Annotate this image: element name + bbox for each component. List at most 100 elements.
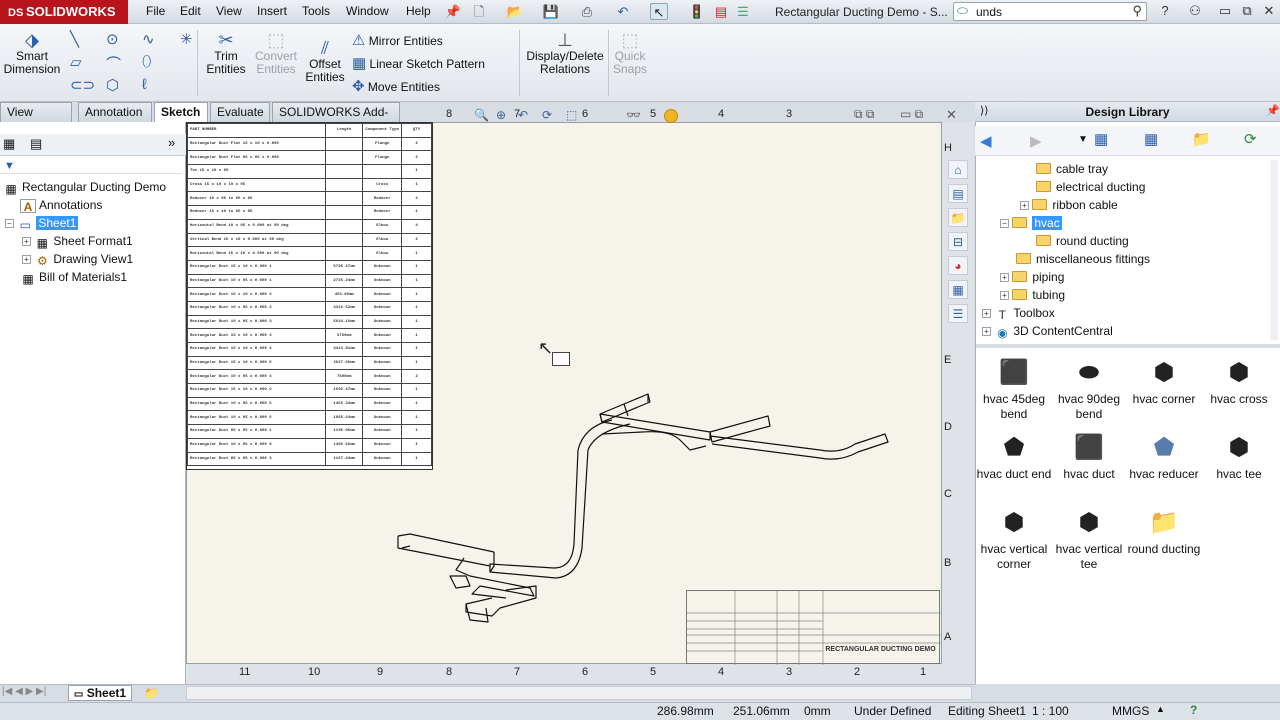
search-input[interactable]: unds [976,5,1002,19]
forward-icon[interactable]: ▶ [1030,132,1042,150]
expand-icon[interactable]: + [22,255,31,264]
custom-properties-icon[interactable]: ▦ [948,280,968,299]
sheet-tab-sheet1[interactable]: ▭ Sheet1 [68,685,132,701]
undo-icon[interactable]: ↶ [614,3,632,20]
title-block[interactable]: RECTANGULAR DUCTING DEMO [686,590,941,665]
library-item[interactable]: ⬢ hvac cross [1201,358,1277,407]
view-window-controls[interactable]: ▭ ⧉ [900,107,923,122]
expand-icon[interactable]: + [1000,273,1009,282]
linear-sketch-pattern-button[interactable]: ▦ Linear Sketch Pattern [352,54,485,72]
library-item[interactable]: ⬢ hvac vertical tee [1051,508,1127,572]
move-entities-button[interactable]: ✥ Move Entities [352,77,440,95]
bom-row[interactable]: Rectangular Duct 15 x 10 x 0.000 2 463.80… [187,287,432,302]
convert-entities-button[interactable]: ⬚ Convert Entities [252,30,300,76]
library-item[interactable]: 📁 round ducting [1126,508,1202,557]
rectangle-icon[interactable]: ▱ [70,53,82,71]
expand-icon[interactable]: + [1020,201,1029,210]
appearances-icon[interactable]: ◕ [948,256,968,275]
scene-icon[interactable] [664,109,678,123]
forum-icon[interactable]: ☰ [948,304,968,323]
spline-icon[interactable]: ∿ [142,30,155,48]
bom-row[interactable]: Rectangular Duct 10 x 05 x 0.000 2 4316.6… [187,300,432,316]
close-icon[interactable]: ✕ [1260,3,1278,20]
bom-row[interactable]: Cross 15 x 10 x 10 x 05 Cross 1 [187,177,432,193]
add-file-location-icon[interactable]: ▦ [1144,130,1158,148]
menu-help[interactable]: Help [406,4,431,18]
status-units[interactable]: MMGS [1112,704,1149,718]
expand-icon[interactable]: + [982,327,991,336]
tile-icon[interactable]: ⧉ ⧉ [854,107,874,122]
library-item[interactable]: ⬬ hvac 90deg bend [1051,358,1127,422]
design-library-icon[interactable]: ▤ [948,184,968,203]
menu-edit[interactable]: Edit [180,4,201,18]
library-item-miscellaneous-fittings[interactable]: miscellaneous fittings [1016,252,1150,266]
menu-tools[interactable]: Tools [302,4,330,18]
menu-file[interactable]: File [146,4,165,18]
help-status-icon[interactable]: ? [1190,703,1197,717]
bom-row[interactable]: Vertical Bend 15 x 10 x 0.000 at 90 deg E… [187,232,432,248]
display-delete-relations-button[interactable]: ⊥ Display/Delete Relations [524,30,606,76]
file-explorer-icon[interactable]: 📁 [948,208,968,227]
search-box[interactable]: ⬭ unds ⚲ [953,2,1147,21]
menu-insert[interactable]: Insert [257,4,287,18]
bom-row[interactable]: Rectangular Duct 15 x 10 x 0.000 4 3413.8… [187,342,432,357]
units-dropdown-icon[interactable]: ▲ [1156,704,1165,714]
tab-annotation[interactable]: Annotation [78,102,152,122]
solidworks-resources-icon[interactable]: ⌂ [948,160,968,179]
library-item-cable-tray[interactable]: cable tray [1036,162,1108,176]
add-to-library-icon[interactable]: ▦ [1094,130,1108,148]
hide-show-icon[interactable]: 👓 [626,108,641,122]
search-icon[interactable]: ⚲ [1132,3,1142,19]
expand-panel-icon[interactable]: » [168,135,175,150]
library-item[interactable]: ⬛ hvac duct [1051,433,1127,482]
file-properties-icon[interactable]: ▤ [712,3,730,20]
select-arrow-icon[interactable]: ↖ [650,3,668,20]
library-item[interactable]: ⬟ hvac reducer [1126,433,1202,482]
line-icon[interactable]: ╲ [70,30,79,48]
solidworks-logo[interactable]: DS SOLIDWORKS [0,0,128,24]
bom-row[interactable]: Rectangular Duct 10 x 05 x 0.000 1 2726.2… [187,273,432,289]
print-icon[interactable]: ⎙ [578,3,596,20]
ellipse-icon[interactable]: ⬯ [142,53,151,70]
bom-row[interactable]: Rectangular Duct 10 x 05 x 0.000 3 5644.1… [187,314,432,330]
property-manager-icon[interactable]: ▤ [30,136,42,152]
back-icon[interactable]: ◀ [980,132,992,150]
pin-icon[interactable]: 📌 [444,3,462,20]
tree-item-drawing-view1[interactable]: + ⚙ Drawing View1 [22,252,133,268]
feature-tree-icon[interactable]: ▦ [3,136,15,152]
zoom-to-fit-icon[interactable]: 🔍 [474,108,489,122]
library-item-3d-contentcentral[interactable]: + ◉ 3D ContentCentral [982,324,1113,340]
library-item[interactable]: ⬟ hvac duct end [976,433,1052,482]
offset-entities-button[interactable]: ⫽ Offset Entities [302,38,348,84]
tree-item-sheet1[interactable]: − ▭ Sheet1 [5,216,79,232]
tab-solidworks-add-ins[interactable]: SOLIDWORKS Add-Ins [272,102,400,138]
pin-pane-icon[interactable]: 📌 [1266,104,1280,117]
trim-entities-button[interactable]: ✂ Trim Entities [202,30,250,76]
smart-dimension-button[interactable]: ⬗ Smart Dimension [2,30,62,76]
tab-view-layout[interactable]: View Layout [0,102,72,138]
options-icon[interactable]: ☰ [734,3,752,20]
rebuild-icon[interactable]: 🚦 [688,3,706,20]
tree-item-sheet-format1[interactable]: + ▦ Sheet Format1 [22,234,133,250]
new-document-icon[interactable]: 🗋 [470,3,488,20]
pane-splitter[interactable] [976,344,1280,348]
sheet-nav-arrows[interactable]: |◀ ◀ ▶ ▶| [2,686,46,697]
status-scale[interactable]: 1 : 100 [1032,704,1069,718]
forward-dropdown-icon[interactable]: ▼ [1078,134,1088,145]
refresh-icon[interactable]: ⟳ [1244,130,1257,148]
view-orientation-icon[interactable]: ⬚ [566,108,577,122]
expand-icon[interactable]: + [982,309,991,318]
arc-icon[interactable]: ⌒ [106,53,121,74]
search-scope-icon[interactable]: ⬭ [957,3,968,19]
rotate-view-icon[interactable]: ⟳ [542,108,552,122]
bom-row[interactable]: Reducer 10 x 05 to 05 x 05 Reducer 2 [187,191,432,207]
bom-row[interactable]: Reducer 15 x 10 to 05 x 05 Reducer 1 [187,205,432,220]
library-item[interactable]: ⬢ hvac corner [1126,358,1202,407]
slot-icon[interactable]: ⊂⊃ [70,76,95,94]
library-item-toolbox[interactable]: + T Toolbox [982,306,1055,322]
bom-row[interactable]: Horizontal Bend 15 x 10 x 0.000 at 90 de… [187,246,432,261]
tab-evaluate[interactable]: Evaluate [210,102,270,122]
quick-snaps-button[interactable]: ⬚ Quick Snaps [610,30,650,76]
view-palette-icon[interactable]: ⊟ [948,232,968,251]
library-item[interactable]: ⬢ hvac tee [1201,433,1277,482]
